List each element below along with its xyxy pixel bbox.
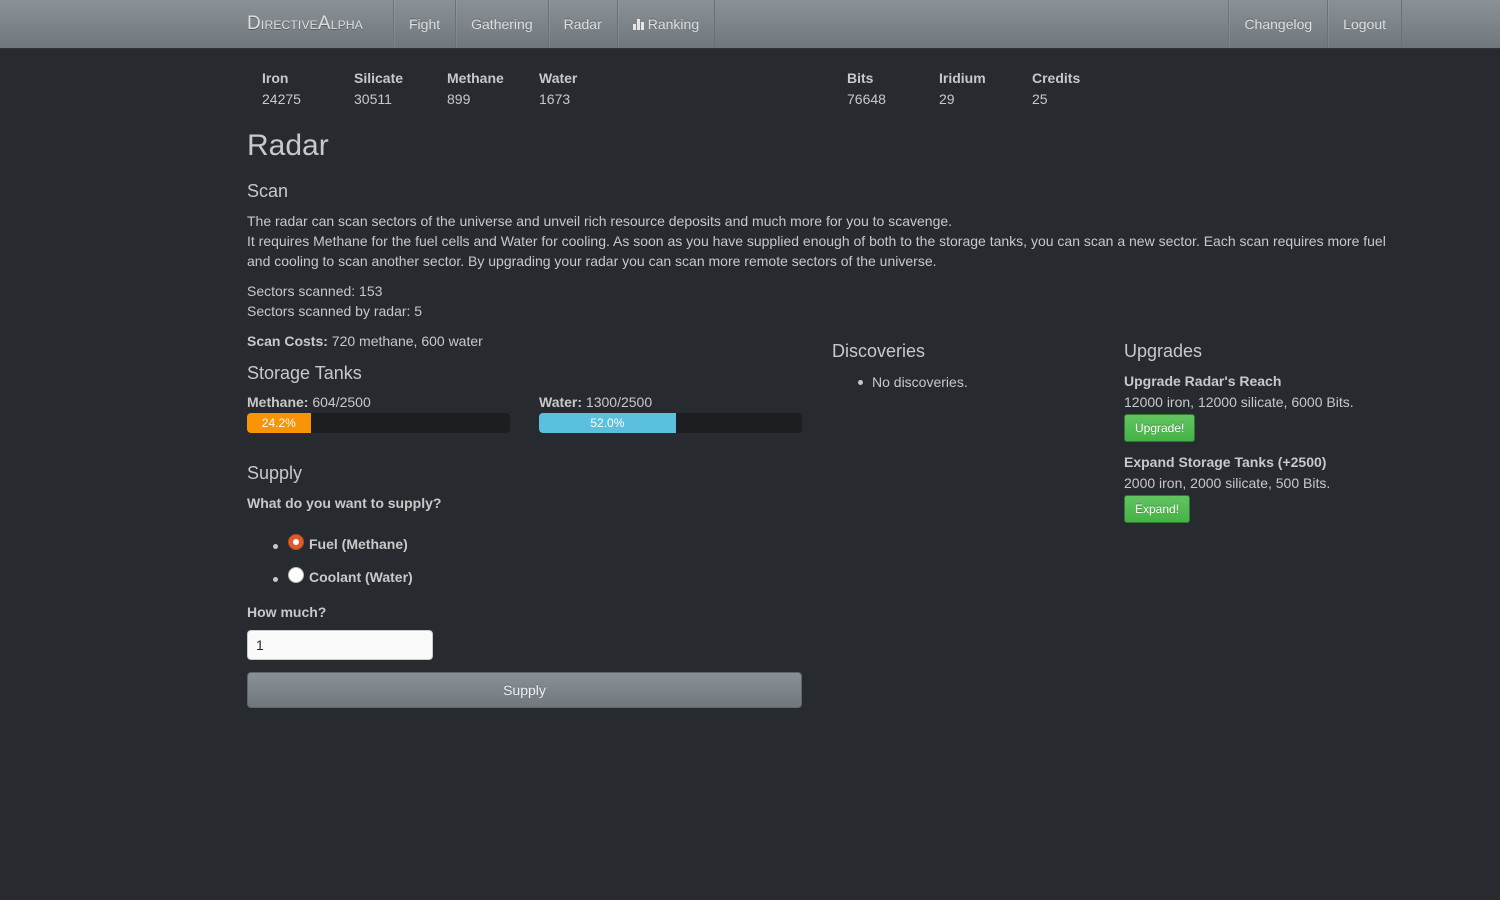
sector-stats: Sectors scanned: 153 Sectors scanned by … bbox=[247, 281, 422, 321]
navbar: DirectiveAlpha Fight Gathering Radar Ran… bbox=[0, 0, 1500, 49]
upgrade-button[interactable]: Upgrade! bbox=[1124, 414, 1196, 442]
nav-radar[interactable]: Radar bbox=[549, 0, 618, 48]
supply-options: Fuel (Methane) Coolant (Water) bbox=[273, 530, 413, 596]
sectors-scanned: Sectors scanned: 153 bbox=[247, 283, 383, 299]
resource-silicate: Silicate 30511 bbox=[354, 70, 404, 107]
storage-heading: Storage Tanks bbox=[247, 363, 362, 383]
resource-bits: Bits 76648 bbox=[847, 70, 886, 107]
radio-coolant[interactable] bbox=[288, 567, 304, 583]
nav-right: Changelog Logout bbox=[1228, 0, 1402, 48]
discoveries-heading: Discoveries bbox=[832, 341, 926, 361]
nav-fight[interactable]: Fight bbox=[394, 0, 457, 48]
radio-fuel[interactable] bbox=[288, 534, 304, 550]
upgrade-storage-tanks: Expand Storage Tanks (+2500) 2000 iron, … bbox=[1124, 452, 1404, 523]
resource-iridium: Iridium 29 bbox=[939, 70, 986, 107]
supply-button[interactable]: Supply bbox=[247, 672, 802, 708]
sectors-scanned-by-radar: Sectors scanned by radar: 5 bbox=[247, 303, 423, 319]
discoveries-list: No discoveries. bbox=[858, 372, 968, 392]
nav-ranking-label: Ranking bbox=[647, 16, 700, 32]
resource-water: Water 1673 bbox=[539, 70, 578, 107]
scan-heading: Scan bbox=[247, 181, 289, 201]
supply-question: What do you want to supply? bbox=[247, 495, 442, 511]
bar-chart-icon bbox=[632, 18, 645, 30]
supply-heading: Supply bbox=[247, 463, 303, 483]
nav-left: Fight Gathering Radar Ranking bbox=[393, 0, 716, 48]
water-progress-fill: 52.0% bbox=[539, 413, 676, 433]
methane-progress: 24.2% bbox=[247, 413, 510, 433]
amount-input[interactable] bbox=[247, 630, 433, 660]
page-title: Radar bbox=[247, 129, 329, 162]
discovery-item: No discoveries. bbox=[858, 372, 968, 392]
expand-button[interactable]: Expand! bbox=[1124, 495, 1191, 523]
upgrades-heading: Upgrades bbox=[1124, 341, 1203, 361]
amount-label: How much? bbox=[247, 604, 327, 620]
methane-progress-fill: 24.2% bbox=[247, 413, 311, 433]
resource-methane: Methane 899 bbox=[447, 70, 504, 107]
brand-logo[interactable]: DirectiveAlpha bbox=[247, 0, 363, 48]
nav-changelog[interactable]: Changelog bbox=[1229, 0, 1329, 48]
supply-option-fuel[interactable]: Fuel (Methane) bbox=[273, 530, 413, 563]
upgrade-radar-reach: Upgrade Radar's Reach 12000 iron, 12000 … bbox=[1124, 371, 1404, 442]
nav-logout[interactable]: Logout bbox=[1328, 0, 1402, 48]
scan-costs: Scan Costs: 720 methane, 600 water bbox=[247, 333, 483, 349]
resource-iron: Iron 24275 bbox=[262, 70, 301, 107]
supply-option-coolant[interactable]: Coolant (Water) bbox=[273, 563, 413, 596]
tank-methane: Methane: 604/2500 24.2% bbox=[247, 392, 510, 433]
tank-water: Water: 1300/2500 52.0% bbox=[539, 392, 802, 433]
resource-bar: Iron 24275 Silicate 30511 Methane 899 Wa… bbox=[262, 68, 1262, 112]
scan-description: The radar can scan sectors of the univer… bbox=[247, 213, 1386, 269]
nav-ranking[interactable]: Ranking bbox=[618, 0, 716, 48]
resource-credits: Credits 25 bbox=[1032, 70, 1081, 107]
water-progress: 52.0% bbox=[539, 413, 802, 433]
nav-gathering[interactable]: Gathering bbox=[456, 0, 549, 48]
